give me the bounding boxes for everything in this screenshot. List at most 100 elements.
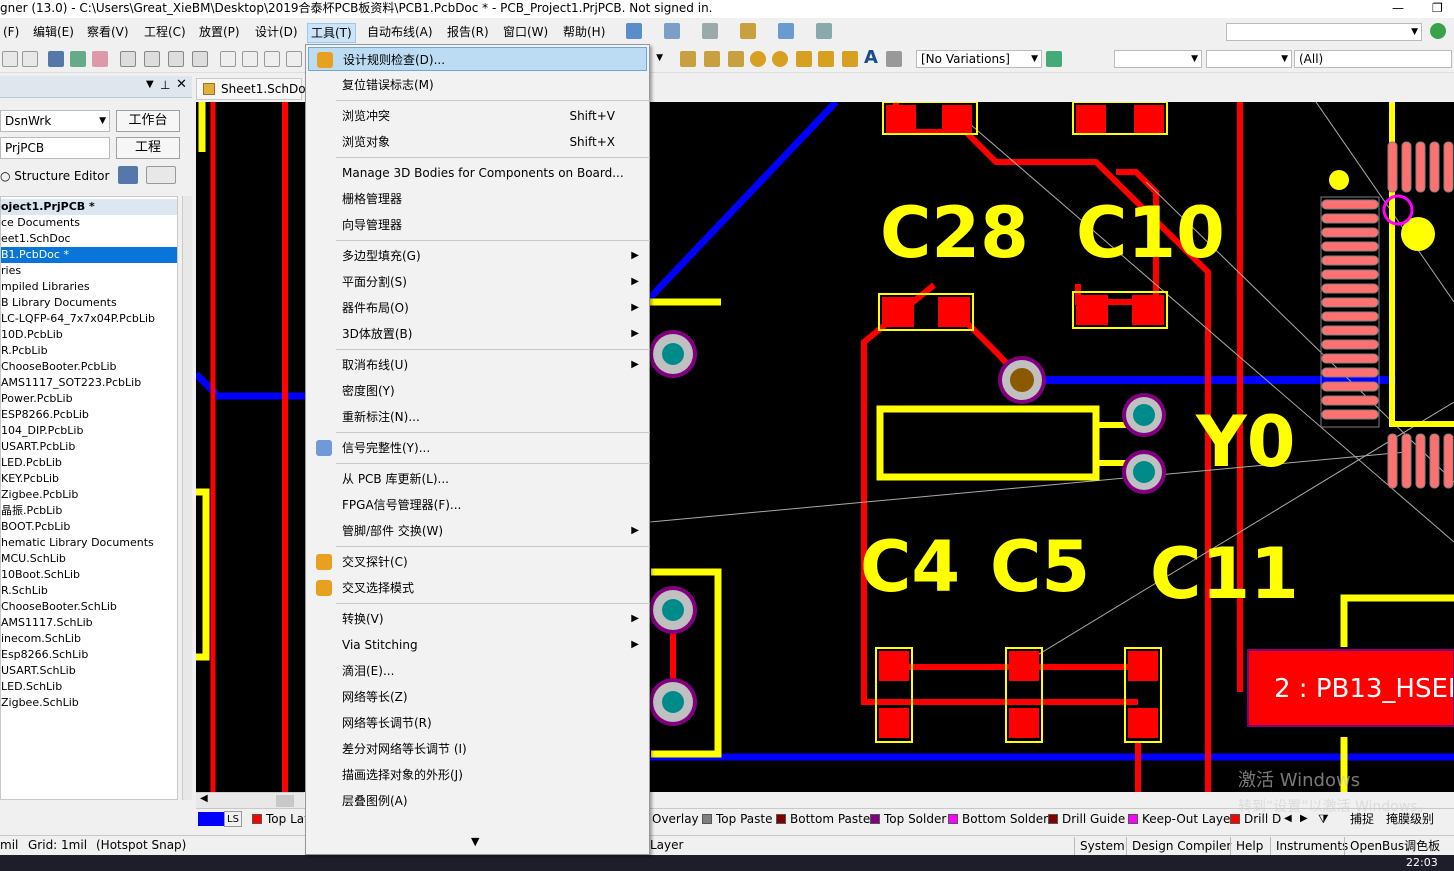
fill-icon[interactable] xyxy=(818,51,834,67)
menu-tools[interactable]: 工具(T) xyxy=(307,23,356,43)
tree-item[interactable]: LED.SchLib xyxy=(1,679,177,695)
layer-tab-keepout[interactable]: Keep-Out Layer xyxy=(1128,811,1235,827)
panel-menu-icon[interactable]: ▼ xyxy=(146,79,154,90)
scroll-left-icon[interactable]: ◀ xyxy=(200,793,208,804)
all-filter-combo[interactable]: (All) xyxy=(1294,50,1452,68)
menu-edit[interactable]: 编辑(E) xyxy=(30,23,77,43)
layer-tab-top-paste[interactable]: Top Paste xyxy=(702,811,772,827)
menu-window[interactable]: 窗口(W) xyxy=(500,23,551,43)
paste-icon[interactable] xyxy=(264,51,280,67)
project-button[interactable]: 工程 xyxy=(116,137,180,159)
help-button[interactable]: Help xyxy=(1230,837,1268,855)
cut-icon[interactable] xyxy=(220,51,236,67)
zoom-fit-icon[interactable] xyxy=(120,51,136,67)
tools-menu-item[interactable]: 3D体放置(B) ▶ xyxy=(308,322,647,346)
tools-menu-item[interactable]: 交叉选择模式 xyxy=(308,576,647,600)
array-icon[interactable] xyxy=(886,51,902,67)
tree-item[interactable]: LC-LQFP-64_7x7x04P.PcbLib xyxy=(1,311,177,327)
tree-item[interactable]: ries xyxy=(1,263,177,279)
current-layer-swatch[interactable] xyxy=(198,812,224,826)
tree-item[interactable]: Zigbee.SchLib xyxy=(1,695,177,711)
tools-menu-item[interactable]: 从 PCB 库更新(L)... xyxy=(308,467,647,491)
tree-item[interactable]: eet1.SchDoc xyxy=(1,231,177,247)
tools-menu-item[interactable]: 交叉探针(C) xyxy=(308,550,647,574)
arc-icon[interactable] xyxy=(796,51,812,67)
tools-menu-item[interactable]: 器件布局(O) ▶ xyxy=(308,296,647,320)
layer-tab-drill-guide[interactable]: Drill Guide xyxy=(1048,811,1125,827)
tools-menu-item[interactable]: 多边型填充(G) ▶ xyxy=(308,244,647,268)
tools-menu-item[interactable]: 层叠图例(A) xyxy=(308,789,647,813)
tree-item[interactable]: Esp8266.SchLib xyxy=(1,647,177,663)
layer-filter-combo[interactable]: ▼ xyxy=(1114,50,1202,68)
instruments-button[interactable]: Instruments xyxy=(1270,837,1353,855)
layer-tab-bottom-paste[interactable]: Bottom Paste xyxy=(776,811,870,827)
tree-item[interactable]: LED.PcbLib xyxy=(1,455,177,471)
tools-menu-item[interactable]: 差分对网络等长调节 (I) xyxy=(308,737,647,761)
designator-c5[interactable]: C5 xyxy=(990,532,1090,602)
zoom-area-icon[interactable] xyxy=(144,51,160,67)
pin-icon[interactable]: ⊥ xyxy=(160,78,170,92)
via-icon[interactable] xyxy=(772,51,788,67)
maximize-button[interactable]: ❐ xyxy=(1432,0,1443,16)
canvas-hscrollbar[interactable]: ◀ xyxy=(196,792,304,808)
tree-item[interactable]: B1.PcbDoc * xyxy=(1,247,177,263)
tools-menu-item[interactable]: FPGA信号管理器(F)... xyxy=(308,493,647,517)
workspace-combo[interactable]: DsnWrk ▼ xyxy=(0,110,110,132)
tree-item[interactable]: ChooseBooter.PcbLib xyxy=(1,359,177,375)
align-icon[interactable] xyxy=(664,23,680,39)
tree-item[interactable]: 104_DIP.PcbLib xyxy=(1,423,177,439)
multi-route-icon[interactable] xyxy=(728,51,744,67)
system-button[interactable]: System xyxy=(1074,837,1130,855)
menu-place[interactable]: 放置(P) xyxy=(196,23,243,43)
tools-menu-item[interactable]: 网络等长调节(R) xyxy=(308,711,647,735)
print-preview-icon[interactable] xyxy=(22,51,38,67)
designator-y0[interactable]: Y0 xyxy=(1196,407,1295,477)
tools-menu-item[interactable]: 复位错误标志(M) xyxy=(308,73,647,97)
toolbar-combo-right[interactable]: ▼ xyxy=(1226,23,1422,41)
tree-item[interactable]: B Library Documents xyxy=(1,295,177,311)
tree-item[interactable]: USART.PcbLib xyxy=(1,439,177,455)
tools-menu-item[interactable]: 描画选择对象的外形(J) xyxy=(308,763,647,787)
tree-item[interactable]: Zigbee.PcbLib xyxy=(1,487,177,503)
menu-view[interactable]: 察看(V) xyxy=(84,23,132,43)
tools-menu-item[interactable]: 栅格管理器 xyxy=(308,187,647,211)
library-icon[interactable] xyxy=(92,51,108,67)
layer-tab-overlay[interactable]: Overlay xyxy=(652,811,699,827)
layer-set-button[interactable]: LS xyxy=(224,811,242,827)
tools-menu-item[interactable]: 管脚/部件 交换(W) ▶ xyxy=(308,519,647,543)
tree-item[interactable]: 10Boot.SchLib xyxy=(1,567,177,583)
tree-item[interactable]: 晶振.PcbLib xyxy=(1,503,177,519)
variant-icon[interactable] xyxy=(1046,51,1062,67)
designator-c4[interactable]: C4 xyxy=(860,532,960,602)
zoom-filtered-icon[interactable] xyxy=(192,51,208,67)
tools-menu-item[interactable]: 设计规则检查(D)... xyxy=(308,47,647,71)
tree-item[interactable]: ce Documents xyxy=(1,215,177,231)
tree-item[interactable]: ESP8266.PcbLib xyxy=(1,407,177,423)
variations-combo[interactable]: [No Variations] ▼ xyxy=(916,50,1042,68)
tools-menu-item[interactable]: 向导管理器 xyxy=(308,213,647,237)
layers-icon[interactable] xyxy=(118,166,138,184)
tools-menu-item[interactable]: 滴泪(E)... xyxy=(308,659,647,683)
tree-item[interactable]: USART.SchLib xyxy=(1,663,177,679)
layer-tab-top-solder[interactable]: Top Solder xyxy=(870,811,946,827)
tools-menu-item[interactable]: 浏览冲突 Shift+V xyxy=(308,104,647,128)
tree-item[interactable]: MCU.SchLib xyxy=(1,551,177,567)
chart-icon[interactable] xyxy=(626,23,642,39)
designator-c10[interactable]: C10 xyxy=(1076,198,1225,268)
menu-reports[interactable]: 报告(R) xyxy=(444,23,492,43)
tools-menu-item[interactable]: 浏览对象 Shift+X xyxy=(308,130,647,154)
layer-tab-bottom-solder[interactable]: Bottom Solder xyxy=(948,811,1048,827)
tools-menu-item[interactable]: 信号完整性(Y)... xyxy=(308,436,647,460)
polygon-icon[interactable] xyxy=(842,51,858,67)
text-icon[interactable]: A xyxy=(864,49,880,67)
tools-menu-item[interactable]: 取消布线(U) ▶ xyxy=(308,353,647,377)
tree-item[interactable]: BOOT.PcbLib xyxy=(1,519,177,535)
navigate-icon[interactable] xyxy=(1430,23,1446,39)
menu-autoroute[interactable]: 自动布线(A) xyxy=(364,23,436,43)
diff-route-icon[interactable] xyxy=(704,51,720,67)
workspace-button[interactable]: 工作台 xyxy=(116,110,180,132)
tools-menu-item[interactable]: 平面分割(S) ▶ xyxy=(308,270,647,294)
tree-item[interactable]: R.SchLib xyxy=(1,583,177,599)
toolbar-dropdown[interactable]: ▼ xyxy=(652,50,666,68)
tools-menu-item[interactable]: Manage 3D Bodies for Components on Board… xyxy=(308,161,647,185)
